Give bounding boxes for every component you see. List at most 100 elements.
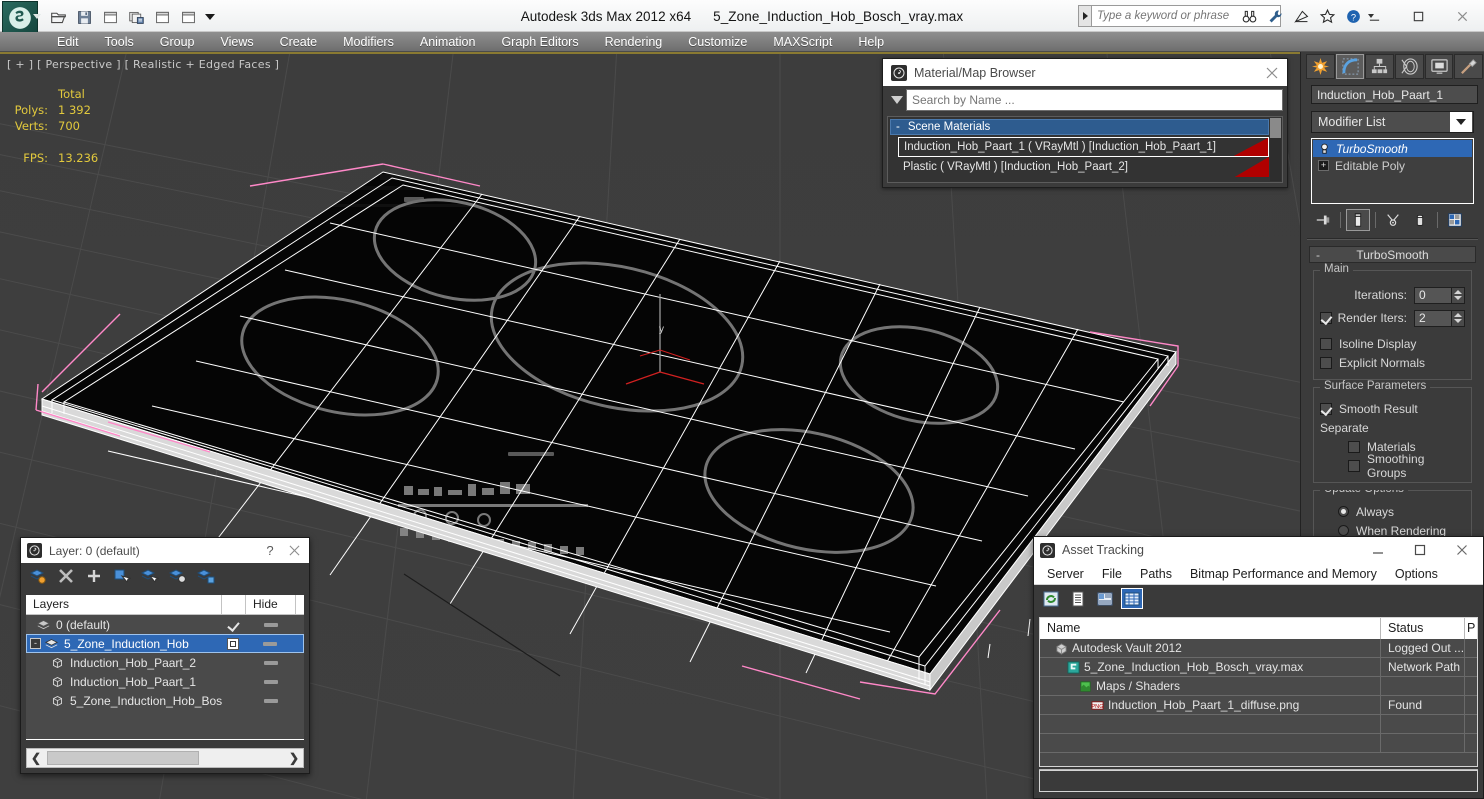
favorites-star-icon[interactable] [1317, 6, 1337, 26]
material-row-induction-hob-paart-1[interactable]: Induction_Hob_Paart_1 ( VRayMtl ) [Induc… [898, 137, 1269, 157]
layer-dialog[interactable]: Layer: 0 (default) ? Layers Hide 0 (defa… [20, 537, 310, 774]
separate-materials-checkbox[interactable] [1348, 440, 1360, 453]
material-search-input[interactable] [906, 89, 1283, 111]
close-button[interactable] [1440, 0, 1484, 32]
layer-row-object-5-zone-induction-hob-bosch[interactable]: 5_Zone_Induction_Hob_Bosch [26, 691, 304, 710]
hierarchy-tab[interactable] [1365, 54, 1395, 79]
explicit-normals-row[interactable]: Explicit Normals [1320, 353, 1465, 372]
material-browser-options-icon[interactable] [887, 89, 906, 111]
scroll-right-icon[interactable]: ❯ [285, 751, 303, 765]
material-map-browser-window[interactable]: Material/Map Browser - Scene Materials I… [882, 58, 1288, 188]
redo-icon[interactable] [124, 5, 148, 29]
asset-row-max-file[interactable]: 5_Zone_Induction_Hob_Bosch_vray.max Netw… [1040, 658, 1477, 677]
remove-modifier-icon[interactable] [1408, 209, 1432, 231]
render-iters-stepper[interactable] [1414, 309, 1465, 327]
smooth-result-checkbox[interactable] [1320, 402, 1332, 415]
menu-item-graph-editors[interactable]: Graph Editors [488, 34, 591, 50]
column-hide[interactable]: Hide [246, 595, 296, 614]
separate-smoothing-groups-checkbox[interactable] [1348, 459, 1360, 472]
app-menu-caret-icon[interactable] [33, 14, 41, 19]
section-collapse-glyph[interactable]: - [896, 121, 900, 133]
search-dropdown-icon[interactable] [1078, 5, 1091, 27]
when-rendering-radio[interactable] [1338, 525, 1349, 536]
pin-stack-icon[interactable] [1311, 209, 1335, 231]
lightbulb-icon[interactable] [1316, 143, 1332, 155]
layer-properties-icon[interactable] [195, 566, 217, 586]
new-scene-icon[interactable] [150, 5, 174, 29]
material-browser-close-icon[interactable] [1261, 62, 1283, 84]
asset-row-maps-shaders[interactable]: Maps / Shaders [1040, 677, 1477, 696]
explicit-normals-checkbox[interactable] [1320, 356, 1332, 369]
menu-item-help[interactable]: Help [845, 34, 897, 50]
layer-row-5-zone-induction-hob[interactable]: - 5_Zone_Induction_Hob [26, 634, 304, 653]
create-new-layer-icon[interactable] [27, 566, 49, 586]
rollout-header[interactable]: - TurboSmooth [1309, 246, 1476, 263]
asset-menu-file[interactable]: File [1093, 567, 1131, 581]
list-view-icon[interactable] [1067, 588, 1089, 609]
iterations-spinner-arrows[interactable] [1452, 286, 1465, 304]
asset-list[interactable]: Name Status P Autodesk Vault 2012 Logged… [1039, 617, 1478, 767]
stack-item-turbosmooth[interactable]: TurboSmooth [1313, 140, 1472, 157]
menu-item-rendering[interactable]: Rendering [592, 34, 676, 50]
wrench-icon[interactable] [1265, 6, 1285, 26]
layer-active-marker[interactable] [222, 620, 246, 630]
layer-hide-cell[interactable] [246, 698, 296, 703]
layer-hide-cell[interactable] [245, 641, 295, 646]
layer-list-body[interactable]: 0 (default) - 5_Zone_Induction_Hob Induc… [26, 615, 304, 739]
iterations-stepper[interactable] [1414, 286, 1465, 304]
undo-icon[interactable] [98, 5, 122, 29]
update-option-always[interactable]: Always [1320, 502, 1465, 521]
material-list[interactable]: - Scene Materials Induction_Hob_Paart_1 … [887, 116, 1283, 183]
asset-row-diffuse-png[interactable]: PNG Induction_Hob_Paart_1_diffuse.png Fo… [1040, 696, 1477, 715]
modify-tab[interactable] [1335, 54, 1365, 79]
layer-row-object-induction-hob-paart-2[interactable]: Induction_Hob_Paart_2 [26, 653, 304, 672]
object-name-input[interactable] [1311, 85, 1478, 104]
isoline-display-row[interactable]: Isoline Display [1320, 334, 1465, 353]
column-name[interactable]: Name [1040, 618, 1381, 639]
select-highlighted-layers-icon[interactable] [139, 566, 161, 586]
viewport-label[interactable]: [ + ] [ Perspective ] [ Realistic + Edge… [7, 58, 279, 71]
asset-menu-options[interactable]: Options [1386, 567, 1447, 581]
layer-row-object-induction-hob-paart-1[interactable]: Induction_Hob_Paart_1 [26, 672, 304, 691]
menu-item-maxscript[interactable]: MAXScript [760, 34, 845, 50]
layer-row-default[interactable]: 0 (default) [26, 615, 304, 634]
render-iters-input[interactable] [1414, 309, 1452, 327]
expand-icon[interactable]: + [1318, 160, 1329, 171]
asset-tracking-window[interactable]: Asset Tracking Server File Paths Bitmap … [1033, 536, 1484, 799]
motion-tab[interactable] [1395, 54, 1424, 79]
display-tab[interactable] [1424, 54, 1454, 79]
column-freeze[interactable] [222, 595, 246, 614]
menu-item-modifiers[interactable]: Modifiers [330, 34, 407, 50]
scene-materials-section-header[interactable]: - Scene Materials [890, 119, 1269, 135]
menu-item-group[interactable]: Group [147, 34, 208, 50]
rollout-collapse-glyph[interactable]: - [1316, 248, 1320, 262]
render-iters-checkbox[interactable] [1320, 312, 1332, 324]
iterations-input[interactable] [1414, 286, 1452, 304]
separate-smoothing-groups-row[interactable]: Smoothing Groups [1320, 452, 1465, 480]
layer-active-marker[interactable] [221, 637, 245, 650]
collapse-icon[interactable]: - [30, 638, 41, 649]
modifier-list-dropdown[interactable]: Modifier List [1311, 111, 1474, 133]
column-path[interactable]: P [1465, 618, 1477, 639]
minimize-button[interactable] [1352, 0, 1396, 32]
utilities-tab[interactable] [1454, 54, 1484, 79]
layer-horizontal-scrollbar[interactable]: ❮ ❯ [26, 748, 304, 768]
create-tab[interactable] [1306, 54, 1335, 79]
isoline-display-checkbox[interactable] [1320, 337, 1332, 350]
configure-modifier-sets-icon[interactable] [1443, 209, 1467, 231]
asset-menu-paths[interactable]: Paths [1131, 567, 1181, 581]
layer-dialog-close-icon[interactable] [281, 545, 307, 556]
smooth-result-row[interactable]: Smooth Result [1320, 399, 1465, 418]
project-folder-icon[interactable] [176, 5, 200, 29]
modifier-stack[interactable]: TurboSmooth + Editable Poly [1311, 138, 1474, 204]
open-file-icon[interactable] [46, 5, 70, 29]
asset-menu-server[interactable]: Server [1038, 567, 1093, 581]
layer-hide-cell[interactable] [246, 679, 296, 684]
asset-maximize-button[interactable] [1399, 537, 1441, 563]
scroll-track[interactable] [45, 751, 285, 765]
select-objects-in-layer-icon[interactable] [111, 566, 133, 586]
menu-item-views[interactable]: Views [207, 34, 266, 50]
menu-item-create[interactable]: Create [267, 34, 331, 50]
layer-hide-cell[interactable] [246, 622, 296, 627]
highlight-selected-objects-layer-icon[interactable] [167, 566, 189, 586]
